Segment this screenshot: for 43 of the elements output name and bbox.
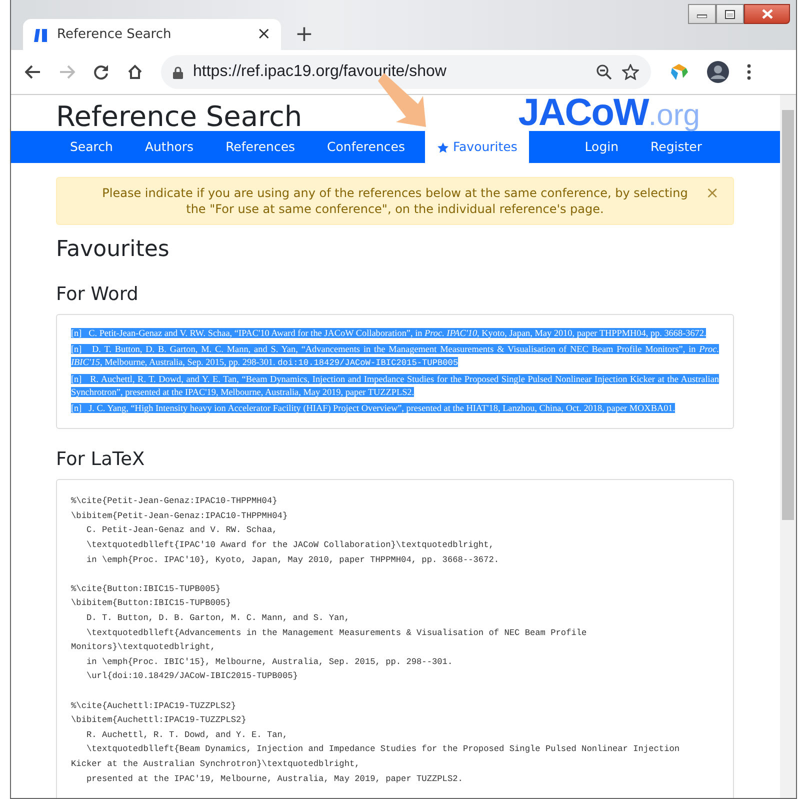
zoom-out-icon[interactable] [596,64,612,80]
latex-entry: %\cite{Auchettl:IPAC19-TUZZPLS2} \bibitem{Auchettl:IPAC19-TUZZPLS2} R. Auchettl, R. T. Dowd, and Y. E. Tan, \textquotedblleft{Beam Dynamics, Injection and Impedance Studies for the Proposed Single Pulsed Nonlinear Injection Kicker at the Australian Synchrotron}\textquotedblright, presented at the IPAC'19, Melbourne, Australia, May 2019, paper TUZZPLS2. [71,700,681,786]
latex-entry: %\cite{Petit-Jean-Genaz:IPAC10-THPPMH04} \bibitem{Petit-Jean-Genaz:IPAC10-THPPMH04} C. Petit-Jean-Genaz and V. RW. Schaa, \textquotedblleft{IPAC'10 Award for the JACoW Collaboration}\textquotedblright, in \emph{Proc. IPAC'10}, Kyoto, Japan, May 2010, paper THPPMH04, pp. 3668--3672. [71,495,500,567]
minimize-button[interactable] [688,4,716,24]
reload-icon[interactable] [93,64,109,80]
nav-link[interactable]: Conferences [315,131,417,164]
site-logo[interactable]: JACoW.org [518,95,700,132]
nav-link[interactable]: References [214,131,308,164]
close-icon [762,9,772,19]
site-title: Reference Search [56,99,302,132]
section-heading: For Word [56,284,140,306]
nav-link[interactable]: Favourites [424,131,530,164]
home-icon[interactable] [127,64,143,80]
nav-link[interactable]: Authors [132,131,206,164]
scrollbar-thumb[interactable] [782,110,794,520]
close-window-button[interactable] [744,4,790,24]
alert-text: Please indicate if you are using any of the references below at the same conference, by selecting the "For use at same conference", on the individual reference's page. [102,186,688,216]
avatar-icon[interactable] [707,61,729,83]
close-tab-button[interactable]: × [256,26,271,43]
section-heading: For LaTeX [56,449,146,472]
url-text: https://ref.ipac19.org/favourite/show [193,62,448,82]
latex-entry: %\cite{Button:IBIC15-TUPB005} \bibitem{Button:IBIC15-TUPB005} D. T. Button, D. B. Garton, M. C. Mann, and S. Yan, \textquotedblleft{Advancements in the Management Measurements & Visualisation of NEC Beam Profile Monitors}\textquotedblright, in \emph{Proc. IBIC'15}, Melbourne, Australia, Sep. 2015, pp. 298--301. \url{doi:10.18429/JACoW-IBIC2015-TUPB005} [71,582,588,684]
tab-title: Reference Search [57,26,172,44]
back-icon[interactable] [25,65,41,79]
maximize-button[interactable] [716,4,744,24]
extension-icon[interactable] [669,62,689,82]
reference-entry: [n] R. Auchettl, R. T. Dowd, and Y. E. Tan, “Beam Dynamics, Injection and Impedance Studies for the Proposed Single Pulsed Nonlinear Injection Kicker at the Australian Synchrotron”, presented at the IPAC'19, Melbourne, Australia, May 2019, paper TUZZPLS2. [71,373,719,400]
close-alert-button[interactable]: × [706,185,719,202]
nav-link[interactable]: Search [58,131,125,164]
lock-icon [173,66,183,78]
star-icon [436,142,449,153]
new-tab-button[interactable]: + [295,24,314,46]
address-bar[interactable]: https://ref.ipac19.org/favourite/show [161,55,651,89]
browser-tab[interactable]: Reference Search × [23,19,281,50]
reference-entry: [n] C. Petit-Jean-Genaz and V. RW. Schaa, “IPAC'10 Award for the JACoW Collaboration”, in Proc. IPAC'10, Kyoto, Japan, May 2010, paper THPPMH04, pp. 3668-3672. [71,327,708,340]
page-heading: Favourites [56,237,170,264]
star-icon[interactable] [622,64,639,80]
nav-link[interactable]: Register [638,131,714,164]
menu-icon[interactable] [747,64,751,80]
reference-entry: [n] J. C. Yang, “High Intensity heavy ion Accelerator Facility (HIAF) Project Overview”, presented at the HIAT'18, Lanzhou, China, Oct. 2018, paper MOXBA01. [71,402,676,416]
nav-link[interactable]: Login [572,131,631,164]
maximize-icon [725,10,735,18]
site-icon [33,26,49,42]
